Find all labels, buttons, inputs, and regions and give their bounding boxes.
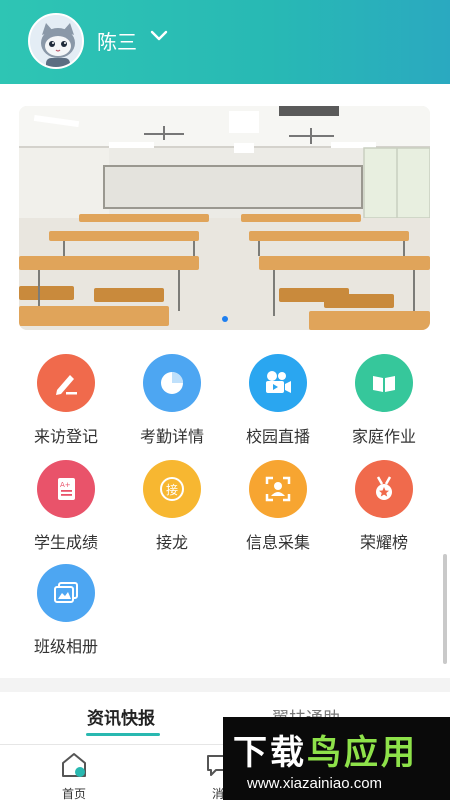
menu-item-label: 接龙 bbox=[155, 533, 188, 552]
book-icon bbox=[355, 354, 413, 412]
user-name[interactable]: 陈三 bbox=[97, 26, 137, 55]
carousel-indicator[interactable] bbox=[19, 316, 430, 322]
active-tab-indicator bbox=[86, 733, 160, 736]
cat-avatar-icon[interactable] bbox=[28, 13, 84, 69]
watermark-title: 下载鸟应用 bbox=[233, 733, 418, 773]
scrollbar[interactable] bbox=[443, 554, 447, 664]
menu-item-visitor-registration[interactable]: 来访登记 bbox=[16, 354, 116, 447]
pie-chart-icon bbox=[143, 354, 201, 412]
photo-album-icon bbox=[37, 564, 95, 622]
carousel-dot-active[interactable] bbox=[221, 316, 228, 322]
menu-item-label: 信息采集 bbox=[245, 533, 310, 552]
classroom-photo bbox=[19, 106, 430, 330]
nav-item-home[interactable]: 首页 bbox=[44, 751, 104, 800]
menu-item-class-album[interactable]: 班级相册 bbox=[16, 564, 116, 657]
menu-item-student-grades[interactable]: A+ 学生成绩 bbox=[16, 460, 116, 553]
main-panel: 来访登记 考勤详情 校园直播 家庭作业 A+ 学生成绩 接 接龙 信息采集 荣耀… bbox=[0, 84, 450, 684]
section-divider bbox=[0, 678, 450, 692]
app-header: 陈三 bbox=[0, 0, 450, 84]
home-icon bbox=[62, 753, 86, 777]
id-scan-icon bbox=[249, 460, 307, 518]
menu-item-label: 学生成绩 bbox=[33, 533, 98, 552]
menu-item-label: 校园直播 bbox=[245, 427, 310, 446]
chevron-down-icon[interactable] bbox=[150, 29, 168, 43]
menu-item-homework[interactable]: 家庭作业 bbox=[334, 354, 434, 447]
banner-carousel[interactable] bbox=[19, 106, 430, 330]
tab-news-flash[interactable]: 资讯快报 bbox=[87, 704, 155, 729]
grade-sheet-icon: A+ bbox=[37, 460, 95, 518]
menu-item-relay[interactable]: 接 接龙 bbox=[122, 460, 222, 553]
svg-text:接: 接 bbox=[166, 482, 178, 497]
menu-item-label: 班级相册 bbox=[33, 637, 98, 656]
relay-icon: 接 bbox=[143, 460, 201, 518]
watermark-url: www.xiazainiao.com bbox=[247, 775, 383, 792]
menu-item-attendance-details[interactable]: 考勤详情 bbox=[122, 354, 222, 447]
menu-item-info-collection[interactable]: 信息采集 bbox=[228, 460, 328, 553]
medal-icon bbox=[355, 460, 413, 518]
pen-icon bbox=[37, 354, 95, 412]
svg-text:A+: A+ bbox=[60, 481, 71, 489]
menu-item-label: 来访登记 bbox=[33, 427, 98, 446]
watermark: 下载鸟应用 www.xiazainiao.com bbox=[223, 717, 450, 800]
menu-item-label: 考勤详情 bbox=[139, 427, 204, 446]
menu-item-honor-roll[interactable]: 荣耀榜 bbox=[334, 460, 434, 553]
nav-label-home: 首页 bbox=[61, 787, 86, 800]
menu-item-label: 荣耀榜 bbox=[359, 533, 408, 552]
menu-item-campus-live[interactable]: 校园直播 bbox=[228, 354, 328, 447]
menu-item-label: 家庭作业 bbox=[351, 427, 416, 446]
video-camera-icon bbox=[249, 354, 307, 412]
